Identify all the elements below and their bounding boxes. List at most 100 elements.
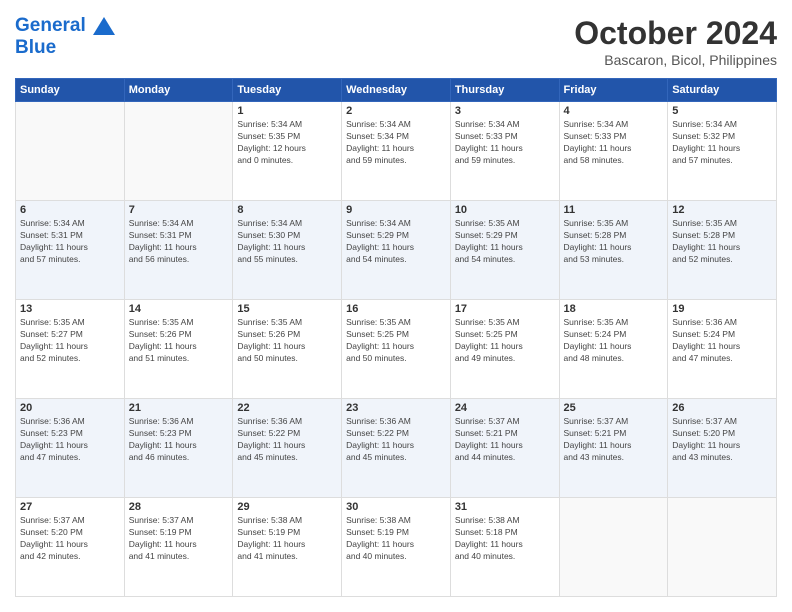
day-info: Sunrise: 5:34 AM Sunset: 5:32 PM Dayligh… (672, 119, 772, 167)
calendar-cell: 23Sunrise: 5:36 AM Sunset: 5:22 PM Dayli… (342, 399, 451, 498)
day-number: 24 (455, 402, 555, 414)
logo: General Blue (15, 15, 115, 59)
month-year: October 2024 (574, 15, 777, 52)
calendar-cell: 11 Sunrise: 5:35 AM Sunset: 5:28 PM Dayli… (559, 201, 668, 300)
day-info: Sunrise: 5:35 AM Sunset: 5:25 PM Dayligh… (346, 317, 446, 365)
calendar-cell: 8 Sunrise: 5:34 AM Sunset: 5:30 PM Daylig… (233, 201, 342, 300)
calendar-cell (668, 498, 777, 597)
day-number: 31 (455, 501, 555, 513)
calendar-cell: 19 Sunrise: 5:36 AM Sunset: 5:24 PM Dayli… (668, 300, 777, 399)
calendar-cell: 24 Sunrise: 5:37 AM Sunset: 5:21 PM Dayli… (450, 399, 559, 498)
day-number: 14 (129, 303, 229, 315)
day-info: Sunrise: 5:34 AM Sunset: 5:35 PM Dayligh… (237, 119, 337, 167)
day-number: 20 (20, 402, 120, 414)
calendar-cell: 21 Sunrise: 5:36 AM Sunset: 5:23 PM Dayli… (124, 399, 233, 498)
calendar-cell: 20Sunrise: 5:36 AM Sunset: 5:23 PM Dayli… (16, 399, 125, 498)
day-number: 9 (346, 204, 446, 216)
day-number: 30 (346, 501, 446, 513)
calendar-cell: 13Sunrise: 5:35 AM Sunset: 5:27 PM Dayli… (16, 300, 125, 399)
day-number: 21 (129, 402, 229, 414)
day-info: Sunrise: 5:34 AM Sunset: 5:31 PM Dayligh… (129, 218, 229, 266)
calendar-cell: 25 Sunrise: 5:37 AM Sunset: 5:21 PM Dayli… (559, 399, 668, 498)
day-number: 27 (20, 501, 120, 513)
day-info: Sunrise: 5:37 AM Sunset: 5:19 PM Dayligh… (129, 515, 229, 563)
day-number: 23 (346, 402, 446, 414)
day-info: Sunrise: 5:36 AM Sunset: 5:22 PM Dayligh… (237, 416, 337, 464)
calendar-cell: 15 Sunrise: 5:35 AM Sunset: 5:26 PM Dayli… (233, 300, 342, 399)
day-number: 11 (564, 204, 664, 216)
day-info: Sunrise: 5:35 AM Sunset: 5:28 PM Dayligh… (672, 218, 772, 266)
calendar-week-2: 6 Sunrise: 5:34 AM Sunset: 5:31 PM Daylig… (16, 201, 777, 300)
calendar-cell: 1 Sunrise: 5:34 AM Sunset: 5:35 PM Daylig… (233, 102, 342, 201)
day-info: Sunrise: 5:35 AM Sunset: 5:26 PM Dayligh… (129, 317, 229, 365)
logo-general: General (15, 15, 86, 36)
calendar-week-3: 13Sunrise: 5:35 AM Sunset: 5:27 PM Dayli… (16, 300, 777, 399)
day-info: Sunrise: 5:38 AM Sunset: 5:19 PM Dayligh… (346, 515, 446, 563)
calendar-cell: 26 Sunrise: 5:37 AM Sunset: 5:20 PM Dayli… (668, 399, 777, 498)
day-number: 8 (237, 204, 337, 216)
calendar-cell: 29 Sunrise: 5:38 AM Sunset: 5:19 PM Dayli… (233, 498, 342, 597)
calendar-header-thursday: Thursday (450, 79, 559, 102)
day-info: Sunrise: 5:35 AM Sunset: 5:26 PM Dayligh… (237, 317, 337, 365)
day-number: 1 (237, 105, 337, 117)
calendar-cell: 30 Sunrise: 5:38 AM Sunset: 5:19 PM Dayli… (342, 498, 451, 597)
header: General Blue October 2024 Bascaron, Bico… (15, 15, 777, 68)
calendar-header-wednesday: Wednesday (342, 79, 451, 102)
day-number: 12 (672, 204, 772, 216)
calendar-cell: 22Sunrise: 5:36 AM Sunset: 5:22 PM Dayli… (233, 399, 342, 498)
calendar-cell: 27Sunrise: 5:37 AM Sunset: 5:20 PM Dayli… (16, 498, 125, 597)
day-number: 2 (346, 105, 446, 117)
day-number: 7 (129, 204, 229, 216)
calendar-cell: 14 Sunrise: 5:35 AM Sunset: 5:26 PM Dayli… (124, 300, 233, 399)
day-info: Sunrise: 5:37 AM Sunset: 5:21 PM Dayligh… (564, 416, 664, 464)
day-info: Sunrise: 5:36 AM Sunset: 5:23 PM Dayligh… (129, 416, 229, 464)
day-info: Sunrise: 5:34 AM Sunset: 5:31 PM Dayligh… (20, 218, 120, 266)
calendar-cell: 5 Sunrise: 5:34 AM Sunset: 5:32 PM Daylig… (668, 102, 777, 201)
day-info: Sunrise: 5:38 AM Sunset: 5:18 PM Dayligh… (455, 515, 555, 563)
calendar-week-1: 1 Sunrise: 5:34 AM Sunset: 5:35 PM Daylig… (16, 102, 777, 201)
calendar-cell (124, 102, 233, 201)
day-number: 4 (564, 105, 664, 117)
day-info: Sunrise: 5:37 AM Sunset: 5:21 PM Dayligh… (455, 416, 555, 464)
day-info: Sunrise: 5:35 AM Sunset: 5:28 PM Dayligh… (564, 218, 664, 266)
calendar-cell: 28 Sunrise: 5:37 AM Sunset: 5:19 PM Dayli… (124, 498, 233, 597)
calendar-cell: 12 Sunrise: 5:35 AM Sunset: 5:28 PM Dayli… (668, 201, 777, 300)
day-info: Sunrise: 5:37 AM Sunset: 5:20 PM Dayligh… (672, 416, 772, 464)
calendar-cell: 18 Sunrise: 5:35 AM Sunset: 5:24 PM Dayli… (559, 300, 668, 399)
calendar-header-monday: Monday (124, 79, 233, 102)
calendar-header-saturday: Saturday (668, 79, 777, 102)
day-number: 15 (237, 303, 337, 315)
day-info: Sunrise: 5:35 AM Sunset: 5:24 PM Dayligh… (564, 317, 664, 365)
calendar-cell: 31 Sunrise: 5:38 AM Sunset: 5:18 PM Dayli… (450, 498, 559, 597)
day-number: 25 (564, 402, 664, 414)
day-number: 26 (672, 402, 772, 414)
calendar-cell: 10Sunrise: 5:35 AM Sunset: 5:29 PM Dayli… (450, 201, 559, 300)
calendar-cell: 16Sunrise: 5:35 AM Sunset: 5:25 PM Dayli… (342, 300, 451, 399)
day-number: 28 (129, 501, 229, 513)
calendar-cell: 3Sunrise: 5:34 AM Sunset: 5:33 PM Daylig… (450, 102, 559, 201)
day-number: 18 (564, 303, 664, 315)
calendar-cell: 9 Sunrise: 5:34 AM Sunset: 5:29 PM Daylig… (342, 201, 451, 300)
day-info: Sunrise: 5:34 AM Sunset: 5:30 PM Dayligh… (237, 218, 337, 266)
calendar-header-tuesday: Tuesday (233, 79, 342, 102)
calendar-cell: 4Sunrise: 5:34 AM Sunset: 5:33 PM Daylig… (559, 102, 668, 201)
day-number: 6 (20, 204, 120, 216)
day-info: Sunrise: 5:36 AM Sunset: 5:24 PM Dayligh… (672, 317, 772, 365)
day-number: 17 (455, 303, 555, 315)
logo-text: General (15, 15, 115, 37)
calendar-header-friday: Friday (559, 79, 668, 102)
day-info: Sunrise: 5:34 AM Sunset: 5:29 PM Dayligh… (346, 218, 446, 266)
day-number: 5 (672, 105, 772, 117)
calendar-cell (559, 498, 668, 597)
day-number: 13 (20, 303, 120, 315)
calendar-week-4: 20 Sunrise: 5:36 AM Sunset: 5:23 PM Dayli… (16, 399, 777, 498)
calendar-cell: 7 Sunrise: 5:34 AM Sunset: 5:31 PM Daylig… (124, 201, 233, 300)
day-number: 29 (237, 501, 337, 513)
calendar-cell (16, 102, 125, 201)
calendar-cell: 6 Sunrise: 5:34 AM Sunset: 5:31 PM Daylig… (16, 201, 125, 300)
page: General Blue October 2024 Bascaron, Bico… (0, 0, 792, 612)
day-number: 10 (455, 204, 555, 216)
day-number: 19 (672, 303, 772, 315)
day-info: Sunrise: 5:38 AM Sunset: 5:19 PM Dayligh… (237, 515, 337, 563)
calendar-cell: 17Sunrise: 5:35 AM Sunset: 5:25 PM Dayli… (450, 300, 559, 399)
